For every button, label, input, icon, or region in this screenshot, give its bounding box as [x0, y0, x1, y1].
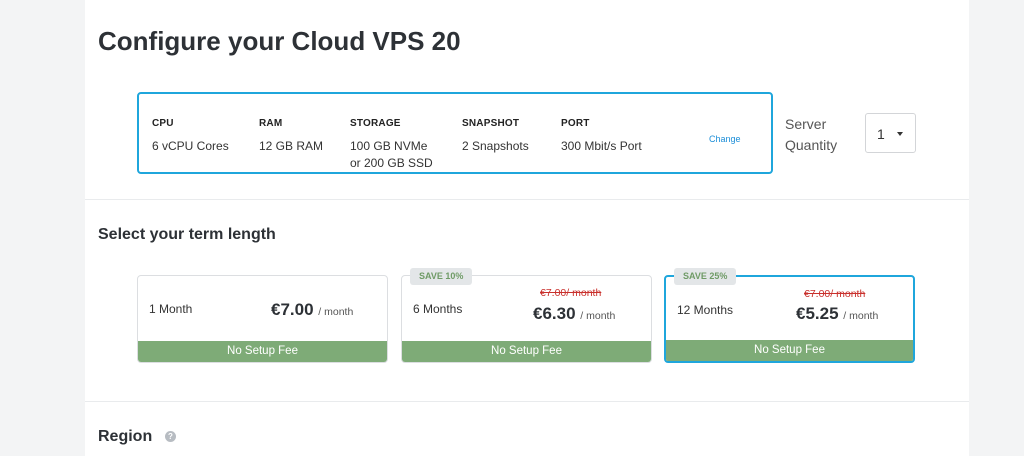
term-option-1-month[interactable]: 1 Month €7.00 / month No Setup Fee — [137, 275, 388, 363]
server-quantity-label-line2: Quantity — [785, 137, 838, 153]
save-badge-25: SAVE 25% — [674, 268, 737, 285]
spec-snapshot: SNAPSHOT 2 Snapshots — [462, 115, 529, 155]
spec-port-value: 300 Mbit/s Port — [561, 139, 642, 153]
server-quantity-label: Server Quantity — [785, 114, 837, 156]
spec-storage-label: STORAGE — [350, 118, 401, 129]
setup-fee-bar: No Setup Fee — [138, 341, 387, 362]
term-price: €7.00 / month — [271, 300, 353, 320]
term-price: €5.25 / month — [796, 304, 878, 324]
spec-storage: STORAGE 100 GB NVMe or 200 GB SSD — [350, 115, 433, 172]
save-badge-10: SAVE 10% — [410, 268, 473, 285]
page-title: Configure your Cloud VPS 20 — [98, 26, 461, 56]
caret-down-icon — [897, 132, 903, 136]
plan-specs-box: CPU 6 vCPU Cores RAM 12 GB RAM STORAGE 1… — [137, 92, 773, 174]
term-price: €6.30 / month — [533, 304, 615, 324]
spec-cpu: CPU 6 vCPU Cores — [152, 115, 229, 155]
server-quantity-label-line1: Server — [785, 116, 827, 132]
spec-ram-label: RAM — [259, 118, 283, 129]
server-quantity-value: 1 — [877, 126, 885, 142]
spec-cpu-label: CPU — [152, 118, 174, 129]
term-price-unit: / month — [580, 310, 616, 322]
term-months: 6 Months — [413, 302, 463, 316]
term-section-title: Select your term length — [98, 226, 276, 243]
server-quantity-select[interactable]: 1 — [865, 113, 916, 153]
change-plan-link[interactable]: Change — [709, 134, 741, 144]
spec-snapshot-label: SNAPSHOT — [462, 118, 520, 129]
spec-port-label: PORT — [561, 118, 590, 129]
section-divider — [85, 401, 969, 402]
term-price-unit: / month — [318, 306, 354, 318]
setup-fee-bar: No Setup Fee — [666, 340, 913, 361]
term-price-value: €5.25 — [796, 304, 839, 323]
setup-fee-bar: No Setup Fee — [402, 341, 651, 362]
term-option-6-months[interactable]: 6 Months €7.00/ month €6.30 / month No S… — [401, 275, 652, 363]
spec-ram-value: 12 GB RAM — [259, 139, 324, 153]
term-old-price: €7.00/ month — [804, 288, 866, 300]
spec-storage-value-2: or 200 GB SSD — [350, 156, 433, 170]
term-price-value: €6.30 — [533, 304, 576, 323]
region-section-title: Region — [98, 428, 153, 445]
term-months: 12 Months — [677, 303, 734, 317]
section-divider — [85, 199, 969, 200]
spec-snapshot-value: 2 Snapshots — [462, 139, 529, 153]
spec-cpu-value: 6 vCPU Cores — [152, 139, 229, 153]
term-months: 1 Month — [149, 302, 193, 316]
term-price-unit: / month — [843, 310, 879, 322]
term-old-price: €7.00/ month — [540, 287, 602, 299]
term-option-12-months[interactable]: 12 Months €7.00/ month €5.25 / month No … — [664, 275, 915, 363]
spec-ram: RAM 12 GB RAM — [259, 115, 323, 155]
spec-port: PORT 300 Mbit/s Port — [561, 115, 642, 155]
term-price-value: €7.00 — [271, 300, 314, 319]
configure-panel: Configure your Cloud VPS 20 CPU 6 vCPU C… — [85, 0, 969, 456]
spec-storage-value-1: 100 GB NVMe — [350, 139, 428, 153]
help-icon[interactable]: ? — [165, 431, 176, 442]
